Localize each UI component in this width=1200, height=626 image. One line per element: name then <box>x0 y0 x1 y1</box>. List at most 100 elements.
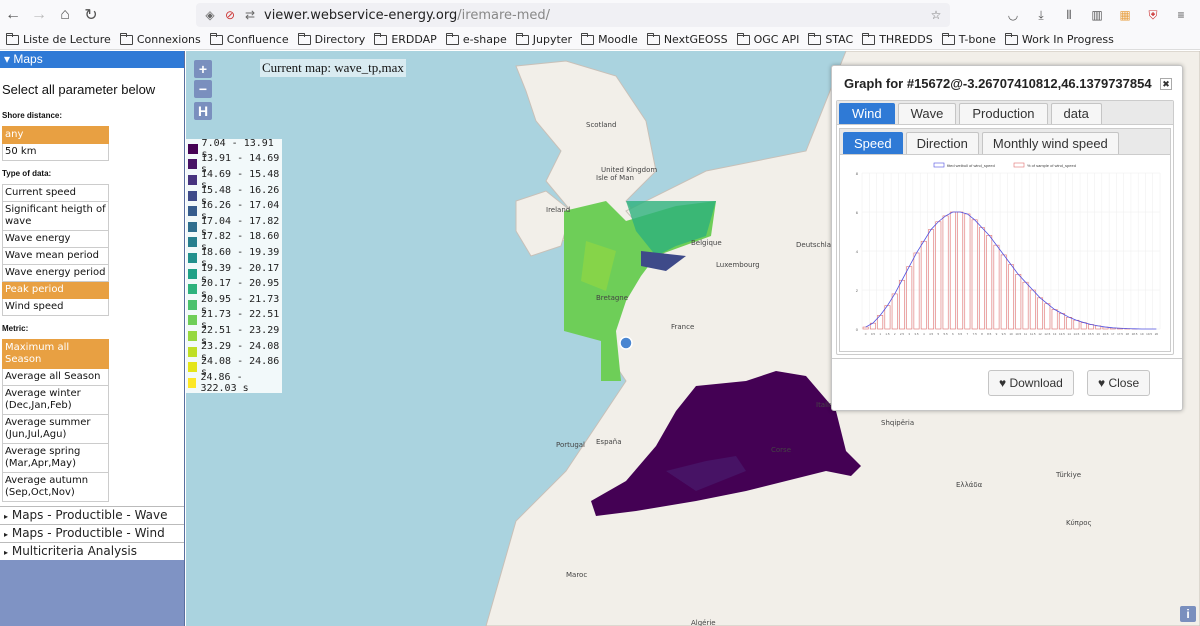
legend-swatch <box>188 190 197 201</box>
x-tick-label: 19 <box>1140 332 1144 336</box>
heart-icon: ♥ <box>1098 376 1106 390</box>
bookmark-item[interactable]: Moodle <box>581 32 638 46</box>
close-button[interactable]: ♥ Close <box>1087 370 1151 396</box>
home-extent-button[interactable]: H <box>194 102 212 120</box>
shore-distance-option[interactable]: 50 km <box>2 144 109 161</box>
tab-wind[interactable]: Wind <box>839 103 895 124</box>
y-tick-label: 6 <box>856 210 859 215</box>
type-of-data-option[interactable]: Peak period <box>2 282 109 299</box>
browser-toolbar: ← → ⌂ ↻ ◈ ⊘ ⇄ viewer.webservice-energy.o… <box>0 0 1200 30</box>
tab-wave[interactable]: Wave <box>897 103 957 124</box>
type-of-data-option[interactable]: Current speed <box>2 184 109 202</box>
shore-distance-option[interactable]: any <box>2 126 109 144</box>
bookmark-item[interactable]: Work In Progress <box>1004 32 1114 46</box>
main-tabs: Wind Wave Production data Speed Direction Mon… <box>836 100 1174 355</box>
map-place-label: Maroc <box>566 571 588 579</box>
metric-option[interactable]: Average all Season <box>2 369 109 386</box>
accordion-header[interactable]: ▸ Maps - Productible - Wave <box>0 506 184 524</box>
menu-icon[interactable]: ≡ <box>1172 6 1190 24</box>
metric-option[interactable]: Average winter (Dec,Jan,Feb) <box>2 386 109 415</box>
type-of-data-option[interactable]: Wind speed <box>2 299 109 316</box>
bookmark-item[interactable]: e-shape <box>445 32 507 46</box>
extension-icon[interactable]: ▦ <box>1116 6 1134 24</box>
library-icon[interactable]: ⫴ <box>1060 6 1078 24</box>
ublock-icon[interactable]: ⛨ <box>1144 6 1162 24</box>
x-tick-label: 13 <box>1053 332 1057 336</box>
x-tick-label: 12.5 <box>1044 332 1050 336</box>
histogram-bar <box>928 229 934 330</box>
tab-production[interactable]: Production <box>959 103 1048 124</box>
graph-dialog: Graph for #15672@-3.26707410812,46.13797… <box>831 65 1183 411</box>
zoom-out-button[interactable]: − <box>194 80 212 98</box>
bookmark-item[interactable]: STAC <box>808 32 853 46</box>
bookmark-item[interactable]: NextGEOSS <box>646 32 728 46</box>
sidebar-icon[interactable]: ▥ <box>1088 6 1106 24</box>
close-icon[interactable]: ✖ <box>1160 78 1172 90</box>
legend-swatch <box>933 162 945 168</box>
metric-option[interactable]: Average spring (Mar,Apr,May) <box>2 444 109 473</box>
metric-option[interactable]: Average autumn (Sep,Oct,Nov) <box>2 473 109 502</box>
bookmark-item[interactable]: THREDDS <box>862 32 933 46</box>
histogram-bar <box>899 279 905 330</box>
x-tick-label: 10.5 <box>1015 332 1021 336</box>
back-icon[interactable]: ← <box>0 2 26 28</box>
x-tick-label: 19.5 <box>1146 332 1152 336</box>
zoom-in-button[interactable]: + <box>194 60 212 78</box>
sub-tab-bar: Speed Direction Monthly wind speed <box>840 129 1170 155</box>
legend-swatch <box>188 221 197 232</box>
wind-speed-chart: 0 2 4 6 8 0 0.5 1 1.5 2 2.5 3 3.5 4 4.5 5 5.5 6 6.5 7 7.5 8 8.… <box>844 159 1168 349</box>
x-tick-label: 16.5 <box>1103 332 1109 336</box>
legend-swatch <box>188 315 197 326</box>
legend-swatch <box>1013 162 1025 168</box>
metric-option[interactable]: Average summer (Jun,Jul,Agu) <box>2 415 109 444</box>
maps-accordion-header[interactable]: ▾ Maps <box>0 51 184 68</box>
accordion-header[interactable]: ▸ Multicriteria Analysis <box>0 542 184 560</box>
map-place-label: Portugal <box>556 441 585 449</box>
dialog-title: Graph for #15672@-3.26707410812,46.13797… <box>844 76 1152 91</box>
y-tick-label: 2 <box>856 288 859 293</box>
panel-title: Select all parameter below <box>2 82 156 97</box>
type-of-data-option[interactable]: Significant heigth of wave <box>2 202 109 231</box>
bookmark-item[interactable]: OGC API <box>736 32 799 46</box>
map-place-label: Ireland <box>546 206 571 214</box>
reload-icon[interactable]: ↻ <box>78 2 104 28</box>
star-icon[interactable]: ☆ <box>928 7 944 23</box>
download-button[interactable]: ♥ Download <box>988 370 1074 396</box>
subtab-direction[interactable]: Direction <box>905 132 979 154</box>
type-of-data-option[interactable]: Wave mean period <box>2 248 109 265</box>
bookmark-item[interactable]: Directory <box>297 32 365 46</box>
tab-data[interactable]: data <box>1050 103 1102 124</box>
x-tick-label: 14 <box>1067 332 1071 336</box>
histogram-bar <box>1073 319 1080 330</box>
x-tick-label: 17.5 <box>1117 332 1123 336</box>
url-bar[interactable]: ◈ ⊘ ⇄ viewer.webservice-energy.org/irema… <box>196 3 950 27</box>
map-place-label: Türkiye <box>1056 471 1082 479</box>
type-of-data-option[interactable]: Wave energy period <box>2 265 109 282</box>
bookmark-item[interactable]: Connexions <box>119 32 201 46</box>
folder-icon <box>515 32 529 45</box>
bookmark-item[interactable]: Confluence <box>209 32 289 46</box>
bookmark-item[interactable]: ERDDAP <box>374 32 437 46</box>
x-tick-label: 2 <box>894 332 896 336</box>
type-of-data-option[interactable]: Wave energy <box>2 231 109 248</box>
url-text: viewer.webservice-energy.org/iremare-med… <box>264 7 550 23</box>
home-icon[interactable]: ⌂ <box>52 2 78 28</box>
histogram-bar <box>935 221 942 330</box>
histogram-bar <box>1022 281 1029 330</box>
bookmark-item[interactable]: T-bone <box>941 32 996 46</box>
subtab-speed[interactable]: Speed <box>843 132 903 154</box>
bookmark-item[interactable]: Liste de Lecture <box>6 32 111 46</box>
bookmark-item[interactable]: Jupyter <box>515 32 572 46</box>
bookmarks-bar: Liste de Lecture Connexions Confluence Dire… <box>0 30 1200 50</box>
sub-tabs: Speed Direction Monthly wind speed 0246800… <box>839 128 1171 352</box>
x-tick-label: 6.5 <box>958 332 963 336</box>
info-button[interactable]: i <box>1180 606 1196 622</box>
subtab-monthly-wind-speed[interactable]: Monthly wind speed <box>981 132 1119 154</box>
pocket-icon[interactable]: ◡ <box>1004 6 1022 24</box>
accordion-header[interactable]: ▸ Maps - Productible - Wind <box>0 524 184 542</box>
map-place-label: Belgique <box>691 239 722 247</box>
legend-swatch <box>188 237 197 248</box>
forward-icon[interactable]: → <box>26 2 52 28</box>
download-icon[interactable]: ⤓ <box>1032 6 1050 24</box>
metric-option[interactable]: Maximum all Season <box>2 339 109 369</box>
